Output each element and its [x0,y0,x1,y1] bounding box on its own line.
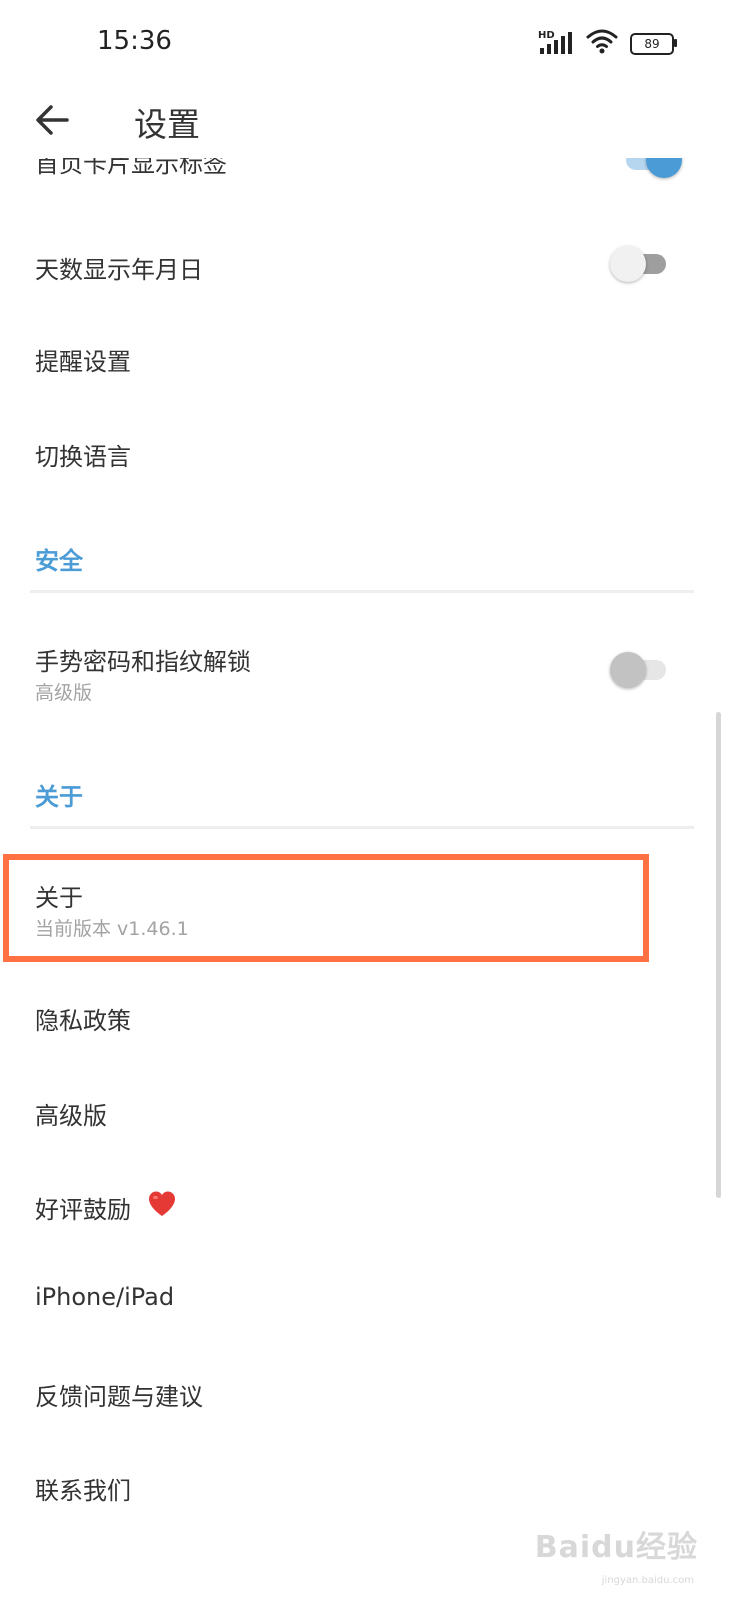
settings-item-label: 天数显示年月日 [35,256,203,284]
settings-item-label: 首页卡片显示标签 [35,158,227,178]
settings-item-show-date[interactable]: 天数显示年月日 [0,218,738,308]
heart-icon [149,1191,175,1216]
watermark-url: jingyan.baidu.com [601,1575,694,1586]
settings-list: 首页卡片显示标签 天数显示年月日 提醒设置 切换语言 安全 手势密码和指纹解锁 … [0,158,738,1600]
settings-item-label: 手势密码和指纹解锁 [35,648,251,676]
settings-item-contact[interactable]: 联系我们 [0,1442,738,1532]
battery-indicator: 89 [630,33,674,55]
toolbar: 设置 [0,88,738,158]
highlight-box [3,854,649,962]
network-type-label: HD [538,30,555,41]
settings-item-privacy[interactable]: 隐私政策 [0,972,738,1062]
card-tags-toggle[interactable] [622,158,682,182]
settings-item-reminder[interactable]: 提醒设置 [0,312,738,402]
scrollbar[interactable] [716,712,721,1198]
settings-item-label: 联系我们 [35,1477,131,1505]
settings-item-feedback[interactable]: 反馈问题与建议 [0,1348,738,1438]
section-title-about: 关于 [35,783,83,811]
settings-item-ios[interactable]: iPhone/iPad [0,1254,738,1344]
settings-item-label: 高级版 [35,1102,107,1130]
settings-item-language[interactable]: 切换语言 [0,406,738,496]
section-divider [30,826,694,829]
watermark-logo: Baidu经验 [534,1530,698,1565]
gesture-lock-toggle[interactable] [610,650,670,692]
settings-item-label: 提醒设置 [35,348,131,376]
battery-level: 89 [644,37,660,51]
settings-item-label: 反馈问题与建议 [35,1383,203,1411]
settings-item-rate[interactable]: 好评鼓励 [0,1160,738,1250]
status-time: 15:36 [97,26,172,56]
settings-item-label: 好评鼓励 [35,1196,131,1224]
settings-item-label: iPhone/iPad [35,1283,175,1311]
settings-item-label: 隐私政策 [35,1007,131,1035]
page-title: 设置 [134,105,200,144]
arrow-left-icon[interactable] [33,100,73,140]
settings-item-card-tags[interactable]: 首页卡片显示标签 [0,158,738,184]
settings-item-sublabel: 高级版 [35,682,93,704]
wifi-icon [586,29,618,54]
section-title-security: 安全 [35,547,83,575]
show-date-toggle[interactable] [610,244,670,286]
settings-item-label: 切换语言 [35,443,131,471]
settings-item-gesture-lock[interactable]: 手势密码和指纹解锁 高级版 [0,628,738,718]
section-divider [30,590,694,593]
settings-item-premium[interactable]: 高级版 [0,1066,738,1156]
battery-tip [674,39,677,47]
status-bar: 15:36 HD 89 [0,0,738,88]
